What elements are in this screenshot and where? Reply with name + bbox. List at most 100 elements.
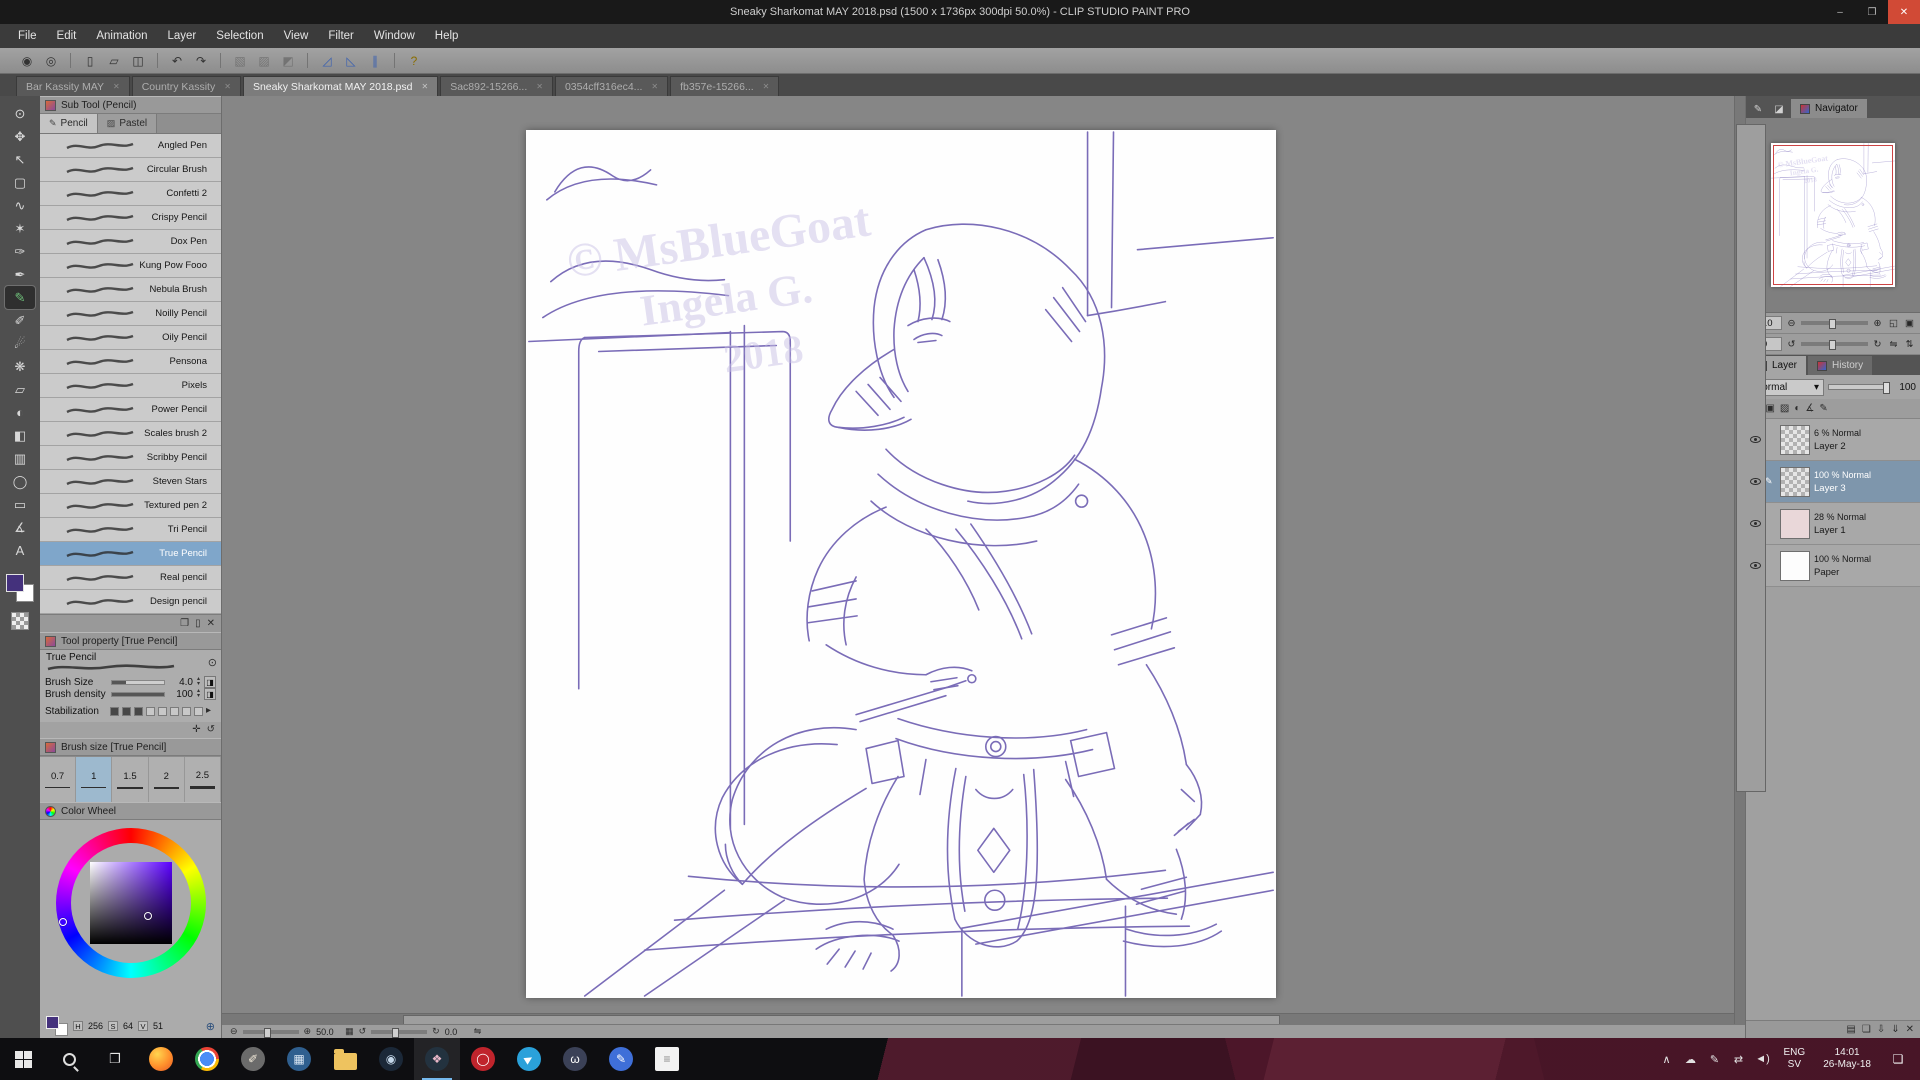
brush-row[interactable]: Scales brush 2 [40, 422, 221, 446]
property-slider[interactable] [111, 691, 165, 697]
brush-row[interactable]: Design pencil [40, 590, 221, 614]
operation-tool[interactable]: ↖ [5, 148, 35, 171]
menu-item[interactable]: View [274, 26, 319, 46]
minimize-button[interactable]: – [1824, 0, 1856, 24]
taskbar-paint-app-icon[interactable]: ✎ [598, 1038, 644, 1080]
subtool-tab-pastel[interactable]: ▨ Pastel [97, 114, 158, 133]
stabilization-segment[interactable] [110, 706, 119, 716]
ruler-layer-icon[interactable]: ∡ [1805, 403, 1814, 414]
layer-thumbnail[interactable] [1780, 466, 1810, 497]
nav-fit-icon[interactable]: ◱ [1887, 318, 1900, 329]
new-file-icon[interactable]: ▯ [79, 51, 101, 71]
layer-row[interactable]: ✎ 28 % Normal Layer 1 [1746, 503, 1920, 545]
brush-row[interactable]: Pensona [40, 350, 221, 374]
layer-visibility-eye-icon[interactable] [1750, 520, 1761, 527]
taskbar-file-explorer-icon[interactable] [322, 1038, 368, 1080]
reselect-icon[interactable]: ▨ [253, 51, 275, 71]
taskbar-discord-icon[interactable]: ω [552, 1038, 598, 1080]
brush-row[interactable]: Textured pen 2 [40, 494, 221, 518]
language-indicator[interactable]: ENG SV [1775, 1047, 1815, 1071]
rotate-left-icon[interactable]: ↺ [359, 1026, 367, 1037]
menu-item[interactable]: Edit [47, 26, 87, 46]
stabilization-expand-icon[interactable]: ▸ [206, 706, 211, 716]
brush-row[interactable]: Angled Pen [40, 134, 221, 158]
brush-row[interactable]: Scribby Pencil [40, 446, 221, 470]
doc-tab[interactable]: Sac892-15266... ✕ [440, 76, 553, 96]
search-button[interactable] [46, 1038, 92, 1080]
eyedropper-tool[interactable]: ✑ [5, 240, 35, 263]
network-icon[interactable]: ⇄ [1727, 1053, 1751, 1066]
pencil-tool[interactable]: ✎ [4, 285, 36, 310]
tab-history[interactable]: History [1808, 356, 1873, 375]
zoom-out-icon[interactable]: ⊖ [230, 1026, 238, 1037]
zoom-tool[interactable]: ⊙ [5, 102, 35, 125]
new-subtool-icon[interactable]: ▯ [195, 618, 201, 629]
doc-tab-close-icon[interactable]: ✕ [763, 82, 770, 91]
redo-icon[interactable]: ↷ [190, 51, 212, 71]
nav-rotate-right-icon[interactable]: ↻ [1871, 339, 1884, 350]
sv-marker[interactable] [143, 912, 152, 920]
brush-size-preset[interactable]: 2 [149, 757, 185, 802]
stabilization-segment[interactable] [170, 706, 179, 716]
ruler-tool[interactable]: ∡ [5, 516, 35, 539]
taskbar-gimp-icon[interactable]: ✐ [230, 1038, 276, 1080]
nav-zoom-slider[interactable] [1801, 319, 1868, 329]
delete-layer-icon[interactable]: ✕ [1906, 1024, 1914, 1035]
decoration-tool[interactable]: ❋ [5, 355, 35, 378]
doc-tab-close-icon[interactable]: ✕ [224, 82, 231, 91]
stabilization-segment[interactable] [134, 706, 143, 716]
layer-thumbnail[interactable] [1780, 550, 1810, 581]
brush-row[interactable]: True Pencil [40, 542, 221, 566]
canvas-vertical-scrollbar[interactable] [1734, 96, 1766, 1024]
taskbar-calculator-icon[interactable]: ▦ [276, 1038, 322, 1080]
taskbar-steam-icon[interactable]: ◉ [368, 1038, 414, 1080]
lock-transparent-pixels-icon[interactable]: ▨ [1780, 403, 1789, 414]
subtool-tab-pencil[interactable]: ✎ Pencil [40, 114, 98, 133]
property-source-icon[interactable]: ◨ [204, 676, 216, 688]
menu-item[interactable]: File [8, 26, 47, 46]
brush-row[interactable]: Pixels [40, 374, 221, 398]
pen-tool[interactable]: ✒ [5, 263, 35, 286]
quick-access-icon[interactable]: ✎ [1749, 100, 1767, 118]
nav-flip-horizontal-icon[interactable]: ⇋ [1887, 339, 1900, 350]
gradient-tool[interactable]: ▥ [5, 447, 35, 470]
taskbar-firefox-icon[interactable] [138, 1038, 184, 1080]
canvas[interactable] [526, 130, 1276, 998]
doc-tab-close-icon[interactable]: ✕ [651, 82, 658, 91]
reset-tool-icon[interactable]: ↺ [207, 725, 215, 735]
action-center-button[interactable]: ❏ [1880, 1052, 1916, 1066]
save-icon[interactable]: ◫ [127, 51, 149, 71]
doc-tab[interactable]: Country Kassity ✕ [131, 76, 241, 96]
menu-item[interactable]: Layer [158, 26, 207, 46]
nav-actual-size-icon[interactable]: ▣ [1903, 318, 1916, 329]
layer-thumbnail[interactable] [1780, 508, 1810, 539]
new-subtool-group-icon[interactable]: ❐ [180, 618, 189, 629]
stabilization-segment[interactable] [146, 706, 155, 716]
color-wheel-swatch-pair[interactable] [46, 1016, 68, 1036]
task-view-button[interactable]: ❐ [92, 1038, 138, 1080]
doc-tab-close-icon[interactable]: ✕ [536, 82, 543, 91]
taskbar-chrome-icon[interactable] [184, 1038, 230, 1080]
snap-to-ruler-icon[interactable]: ◿ [316, 51, 338, 71]
brush-row[interactable]: Oily Pencil [40, 326, 221, 350]
flip-horizontal-icon[interactable]: ⇋ [474, 1026, 482, 1037]
text-tool[interactable]: A [5, 539, 35, 562]
brush-row[interactable]: Dox Pen [40, 230, 221, 254]
brush-tool[interactable]: ✐ [5, 309, 35, 332]
nav-flip-vertical-icon[interactable]: ⇅ [1903, 339, 1916, 350]
current-color-swatch[interactable] [46, 1016, 59, 1029]
brush-row[interactable]: Kung Pow Fooo [40, 254, 221, 278]
tool-property-panel-header[interactable]: Tool property [True Pencil] [40, 632, 221, 650]
help-icon[interactable]: ? [403, 51, 425, 71]
brush-size-panel-header[interactable]: Brush size [True Pencil] [40, 738, 221, 756]
navigator-preview[interactable] [1746, 118, 1920, 313]
layer-opacity-slider[interactable] [1828, 382, 1890, 394]
rotation-slider[interactable] [371, 1027, 428, 1038]
rotate-right-icon[interactable]: ↻ [432, 1026, 440, 1037]
brush-size-preset[interactable]: 2.5 [185, 757, 222, 802]
color-wheel-panel-header[interactable]: Color Wheel [40, 802, 221, 820]
doc-tab[interactable]: Bar Kassity MAY ✕ [16, 76, 130, 96]
layer-row[interactable]: ✎ 6 % Normal Layer 2 [1746, 419, 1920, 461]
doc-tab[interactable]: Sneaky Sharkomat MAY 2018.psd ✕ [242, 76, 439, 96]
set-as-draft-icon[interactable]: ✎ [1819, 403, 1827, 414]
